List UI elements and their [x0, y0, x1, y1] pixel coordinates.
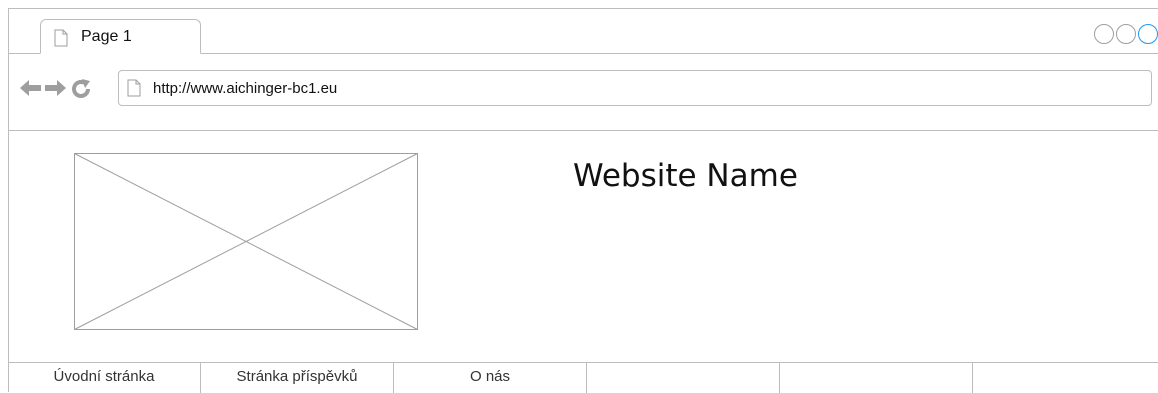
website-name: Website Name — [573, 158, 798, 194]
nav-bar: Úvodní stránka Stránka příspěvků O nás — [8, 362, 1158, 393]
window-circle-icon[interactable] — [1094, 24, 1114, 44]
nav-item-empty[interactable] — [973, 363, 1158, 393]
image-placeholder-icon — [74, 153, 418, 330]
nav-item-empty[interactable] — [780, 363, 973, 393]
forward-arrow-icon[interactable] — [44, 80, 66, 101]
tab-title: Page 1 — [81, 28, 132, 45]
document-icon — [54, 29, 68, 52]
nav-item-home[interactable]: Úvodní stránka — [8, 363, 201, 393]
document-icon — [127, 79, 141, 102]
nav-item-empty[interactable] — [587, 363, 780, 393]
url-input[interactable]: http://www.aichinger-bc1.eu — [118, 70, 1152, 106]
window-circle-accent-icon[interactable] — [1138, 24, 1158, 44]
nav-item-about[interactable]: O nás — [394, 363, 587, 393]
tab-bar: Page 1 — [8, 8, 1158, 54]
address-bar-row: http://www.aichinger-bc1.eu — [8, 54, 1158, 131]
nav-item-posts[interactable]: Stránka příspěvků — [201, 363, 394, 393]
window-controls — [1094, 24, 1158, 46]
reload-icon[interactable] — [70, 78, 92, 105]
browser-tab[interactable]: Page 1 — [40, 19, 201, 54]
back-arrow-icon[interactable] — [20, 80, 42, 101]
window-circle-icon[interactable] — [1116, 24, 1136, 44]
url-text: http://www.aichinger-bc1.eu — [153, 80, 338, 97]
